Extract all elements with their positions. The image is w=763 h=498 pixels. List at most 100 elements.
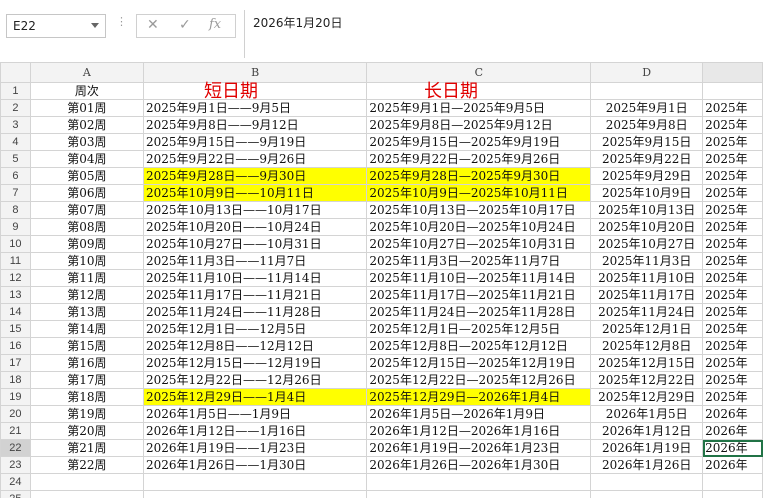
cell-long-date[interactable]: 2025年12月22日—2025年12月26日 <box>366 371 592 389</box>
cell-week[interactable]: 第01周 <box>29 99 144 117</box>
cell-week[interactable]: 第02周 <box>29 116 144 134</box>
cell-week[interactable]: 第20周 <box>29 422 144 440</box>
cell-week[interactable]: 第05周 <box>29 167 144 185</box>
cell-date-e[interactable]: 2025年 <box>702 184 763 202</box>
cell-start-date[interactable]: 2025年12月22日 <box>590 371 704 389</box>
empty-cell[interactable] <box>702 473 763 491</box>
cell-start-date[interactable]: 2025年9月8日 <box>590 116 704 134</box>
cell-start-date[interactable]: 2025年11月10日 <box>590 269 704 287</box>
cell-long-date[interactable]: 2025年11月24日—2025年11月28日 <box>366 303 592 321</box>
row-header[interactable]: 6 <box>0 167 31 185</box>
cell-long-date[interactable]: 2025年9月1日—2025年9月5日 <box>366 99 592 117</box>
cell-week[interactable]: 第13周 <box>29 303 144 321</box>
cell-short-date[interactable]: 2025年12月29日——1月4日 <box>142 388 368 406</box>
cell-week[interactable]: 第10周 <box>29 252 144 270</box>
cell-week[interactable]: 第12周 <box>29 286 144 304</box>
cell-date-e[interactable]: 2025年 <box>702 201 763 219</box>
name-box[interactable]: E22 <box>6 14 106 38</box>
cell-long-date[interactable]: 2025年11月10日—2025年11月14日 <box>366 269 592 287</box>
cell-long-date[interactable]: 2025年9月28日—2025年9月30日 <box>366 167 592 185</box>
cell-long-date[interactable]: 2025年11月17日—2025年11月21日 <box>366 286 592 304</box>
row-header[interactable]: 14 <box>0 303 31 321</box>
cell-start-date[interactable]: 2026年1月19日 <box>590 439 704 457</box>
row-header[interactable]: 21 <box>0 422 31 440</box>
cell-c1[interactable] <box>366 82 592 100</box>
cell-week[interactable]: 第08周 <box>29 218 144 236</box>
empty-cell[interactable] <box>590 490 704 498</box>
cell-start-date[interactable]: 2025年10月9日 <box>590 184 704 202</box>
cell-date-e[interactable]: 2025年 <box>702 371 763 389</box>
enter-icon[interactable]: ✓ <box>179 17 191 33</box>
cell-start-date[interactable]: 2025年11月17日 <box>590 286 704 304</box>
row-header[interactable]: 19 <box>0 388 31 406</box>
formula-input[interactable]: 2026年1月20日 <box>244 10 763 58</box>
row-header[interactable]: 3 <box>0 116 31 134</box>
cell-date-e[interactable]: 2025年 <box>702 235 763 253</box>
cell-start-date[interactable]: 2025年10月20日 <box>590 218 704 236</box>
cell-long-date[interactable]: 2025年10月9日—2025年10月11日 <box>366 184 592 202</box>
column-header-c[interactable]: C <box>366 62 592 83</box>
empty-cell[interactable] <box>142 473 368 491</box>
cell-week[interactable]: 第16周 <box>29 354 144 372</box>
cell-start-date[interactable]: 2025年11月3日 <box>590 252 704 270</box>
empty-cell[interactable] <box>142 490 368 498</box>
cell-short-date[interactable]: 2026年1月5日——1月9日 <box>142 405 368 423</box>
row-header[interactable]: 5 <box>0 150 31 168</box>
cell-date-e[interactable]: 2025年 <box>702 320 763 338</box>
row-header[interactable]: 16 <box>0 337 31 355</box>
cell-week[interactable]: 第22周 <box>29 456 144 474</box>
row-header[interactable]: 8 <box>0 201 31 219</box>
row-header[interactable]: 15 <box>0 320 31 338</box>
cell-long-date[interactable]: 2026年1月12日—2026年1月16日 <box>366 422 592 440</box>
empty-cell[interactable] <box>590 473 704 491</box>
cell-long-date[interactable]: 2025年10月27日—2025年10月31日 <box>366 235 592 253</box>
cell-week[interactable]: 第19周 <box>29 405 144 423</box>
cell-long-date[interactable]: 2026年1月19日—2026年1月23日 <box>366 439 592 457</box>
cell-short-date[interactable]: 2025年9月28日——9月30日 <box>142 167 368 185</box>
row-header[interactable]: 20 <box>0 405 31 423</box>
cell-d1[interactable] <box>590 82 704 100</box>
cell-short-date[interactable]: 2025年12月8日——12月12日 <box>142 337 368 355</box>
cell-start-date[interactable]: 2025年12月1日 <box>590 320 704 338</box>
cell-long-date[interactable]: 2025年10月20日—2025年10月24日 <box>366 218 592 236</box>
cell-date-e[interactable]: 2025年 <box>702 218 763 236</box>
cell-long-date[interactable]: 2025年12月29日—2026年1月4日 <box>366 388 592 406</box>
cell-long-date[interactable]: 2025年11月3日—2025年11月7日 <box>366 252 592 270</box>
cell-short-date[interactable]: 2026年1月19日——1月23日 <box>142 439 368 457</box>
cell-short-date[interactable]: 2025年11月24日——11月28日 <box>142 303 368 321</box>
cell-week[interactable]: 第07周 <box>29 201 144 219</box>
cell-date-e[interactable]: 2025年 <box>702 303 763 321</box>
row-header[interactable]: 9 <box>0 218 31 236</box>
cell-date-e[interactable]: 2025年 <box>702 269 763 287</box>
row-header[interactable]: 11 <box>0 252 31 270</box>
cell-start-date[interactable]: 2025年12月29日 <box>590 388 704 406</box>
cell-a1[interactable]: 周次 <box>29 82 144 100</box>
cell-long-date[interactable]: 2025年9月22日—2025年9月26日 <box>366 150 592 168</box>
cell-start-date[interactable]: 2025年12月8日 <box>590 337 704 355</box>
cell-week[interactable]: 第11周 <box>29 269 144 287</box>
column-header-e[interactable] <box>702 62 763 83</box>
row-header[interactable]: 12 <box>0 269 31 287</box>
row-header[interactable]: 25 <box>0 490 31 498</box>
cell-short-date[interactable]: 2025年12月22日——12月26日 <box>142 371 368 389</box>
cell-date-e[interactable]: 2025年 <box>702 99 763 117</box>
cell-short-date[interactable]: 2025年11月3日——11月7日 <box>142 252 368 270</box>
cell-week[interactable]: 第17周 <box>29 371 144 389</box>
row-header[interactable]: 24 <box>0 473 31 491</box>
cell-long-date[interactable]: 2025年12月15日—2025年12月19日 <box>366 354 592 372</box>
cell-date-e[interactable]: 2025年 <box>702 286 763 304</box>
cell-long-date[interactable]: 2025年12月1日—2025年12月5日 <box>366 320 592 338</box>
cell-date-e[interactable]: 2026年 <box>702 405 763 423</box>
cell-start-date[interactable]: 2026年1月5日 <box>590 405 704 423</box>
chevron-down-icon[interactable] <box>91 23 99 28</box>
row-header[interactable]: 13 <box>0 286 31 304</box>
cell-short-date[interactable]: 2026年1月12日——1月16日 <box>142 422 368 440</box>
cell-start-date[interactable]: 2026年1月26日 <box>590 456 704 474</box>
cell-short-date[interactable]: 2025年11月10日——11月14日 <box>142 269 368 287</box>
cell-date-e[interactable]: 2026年 <box>702 439 763 457</box>
row-header[interactable]: 7 <box>0 184 31 202</box>
column-header-a[interactable]: A <box>29 62 144 83</box>
cell-week[interactable]: 第04周 <box>29 150 144 168</box>
row-header[interactable]: 10 <box>0 235 31 253</box>
cell-long-date[interactable]: 2026年1月5日—2026年1月9日 <box>366 405 592 423</box>
